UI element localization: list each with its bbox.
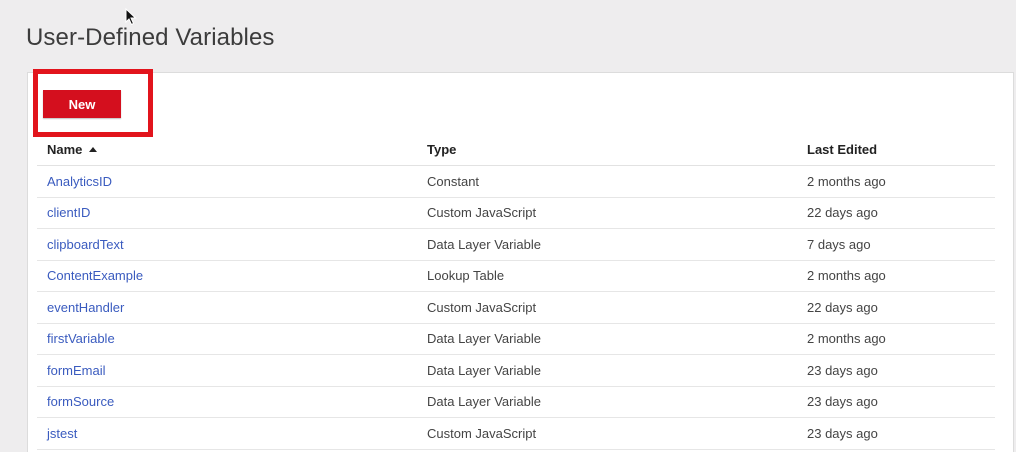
variable-type: Lookup Table xyxy=(427,268,505,284)
variable-type: Data Layer Variable xyxy=(427,331,541,347)
table-row: eventHandler Custom JavaScript 22 days a… xyxy=(37,292,995,324)
variable-last-edited: 2 months ago xyxy=(807,331,886,347)
table-row: firstVariable Data Layer Variable 2 mont… xyxy=(37,324,995,355)
variable-type: Data Layer Variable xyxy=(427,236,541,252)
variables-table: Name Type Last Edited AnalyticsID Consta… xyxy=(37,134,995,450)
variable-type: Data Layer Variable xyxy=(427,362,541,378)
column-header-name-label: Name xyxy=(47,142,83,157)
table-row: jstest Custom JavaScript 23 days ago xyxy=(37,418,995,450)
variable-last-edited: 23 days ago xyxy=(807,394,878,410)
page-title: User-Defined Variables xyxy=(26,24,275,51)
variable-last-edited: 22 days ago xyxy=(807,299,878,315)
variable-last-edited: 22 days ago xyxy=(807,205,878,221)
variable-type: Custom JavaScript xyxy=(427,425,537,441)
variable-name-link[interactable]: formEmail xyxy=(47,355,106,386)
table-row: clientID Custom JavaScript 22 days ago xyxy=(37,198,995,229)
column-header-name[interactable]: Name xyxy=(47,134,98,165)
variable-name-link[interactable]: firstVariable xyxy=(47,324,115,355)
variable-name-link[interactable]: clipboardText xyxy=(47,229,124,260)
variable-type: Constant xyxy=(427,173,480,189)
variable-name-link[interactable]: jstest xyxy=(47,418,77,449)
variable-last-edited: 23 days ago xyxy=(807,425,878,441)
table-row: formSource Data Layer Variable 23 days a… xyxy=(37,387,995,418)
variable-type: Data Layer Variable xyxy=(427,394,541,410)
table-row: formEmail Data Layer Variable 23 days ag… xyxy=(37,355,995,387)
variable-last-edited: 23 days ago xyxy=(807,362,878,378)
table-row: clipboardText Data Layer Variable 7 days… xyxy=(37,229,995,261)
variable-name-link[interactable]: AnalyticsID xyxy=(47,166,112,197)
table-row: AnalyticsID Constant 2 months ago xyxy=(37,166,995,198)
page: User-Defined Variables New Name Type Las… xyxy=(0,0,1016,452)
column-header-type[interactable]: Type xyxy=(427,134,456,165)
variable-name-link[interactable]: eventHandler xyxy=(47,292,124,323)
variable-last-edited: 7 days ago xyxy=(807,236,871,252)
variable-name-link[interactable]: formSource xyxy=(47,387,114,418)
variable-last-edited: 2 months ago xyxy=(807,173,886,189)
sort-ascending-icon xyxy=(89,147,98,152)
table-header-row: Name Type Last Edited xyxy=(37,134,995,166)
variable-last-edited: 2 months ago xyxy=(807,268,886,284)
variable-name-link[interactable]: clientID xyxy=(47,198,90,229)
variable-name-link[interactable]: ContentExample xyxy=(47,261,143,292)
column-header-last-edited[interactable]: Last Edited xyxy=(807,134,877,165)
variable-type: Custom JavaScript xyxy=(427,299,537,315)
new-variable-button[interactable]: New xyxy=(43,90,121,118)
variable-type: Custom JavaScript xyxy=(427,205,537,221)
table-row: ContentExample Lookup Table 2 months ago xyxy=(37,261,995,292)
